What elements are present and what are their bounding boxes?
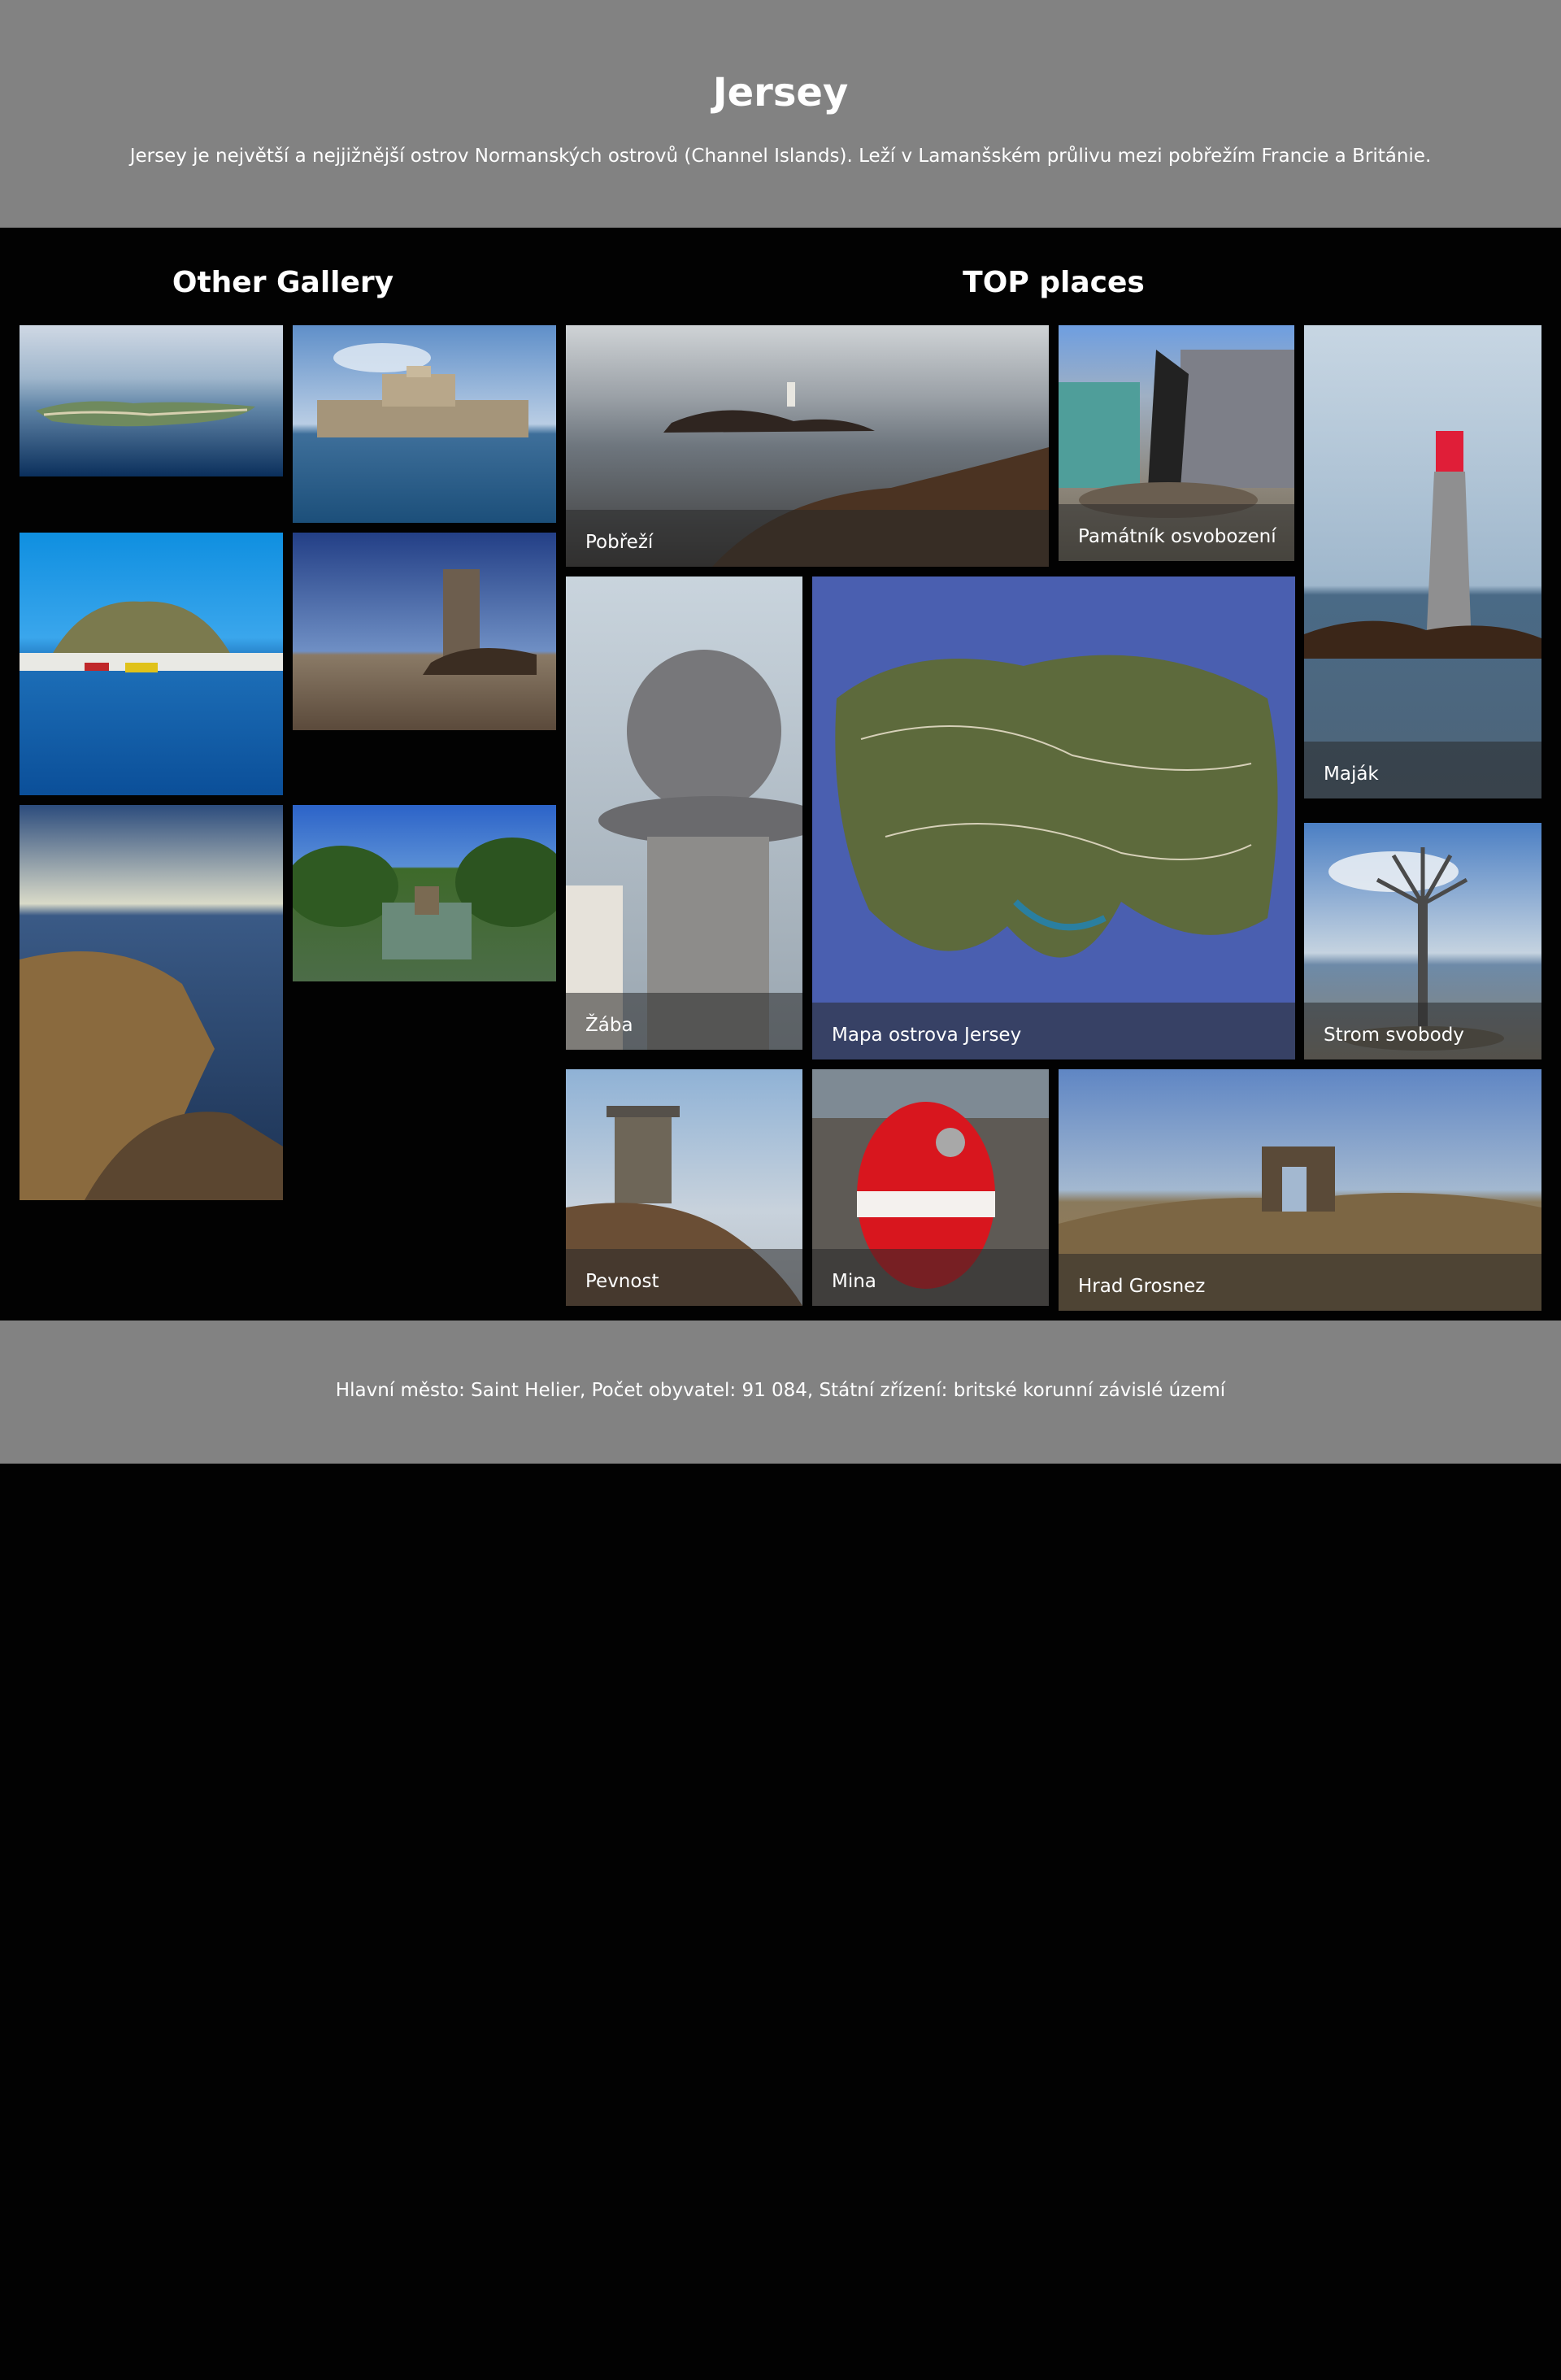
top-place-island-map[interactable]: Mapa ostrova Jersey [812,577,1295,1059]
top-place-grosnez-castle[interactable]: Hrad Grosnez [1059,1069,1541,1311]
gallery-image-cliffs[interactable] [20,805,283,1200]
top-place-toad-statue[interactable]: Žába [566,577,802,1050]
place-label: Památník osvobození [1078,526,1276,547]
place-label: Strom svobody [1324,1025,1464,1046]
place-label: Pobřeží [585,532,654,553]
top-place-liberty-tree[interactable]: Strom svobody [1304,823,1541,1059]
top-place-mine[interactable]: Mina [812,1069,1049,1306]
gallery-image-tower-beach[interactable] [293,533,556,730]
page-footer: Hlavní město: Saint Helier, Počet obyvat… [0,1321,1561,1464]
other-gallery-title: Other Gallery [172,266,394,299]
page-title: Jersey [712,70,849,115]
top-places-title: TOP places [963,266,1145,299]
place-label: Žába [585,1015,633,1036]
gallery-image-island-aerial[interactable] [20,325,283,476]
gallery-image-harbour-castle[interactable] [20,533,283,795]
place-label: Mina [832,1271,876,1292]
footer-info: Hlavní město: Saint Helier, Počet obyvat… [335,1380,1226,1401]
page-description: Jersey je největší a nejjižnější ostrov … [129,146,1432,167]
top-place-fortress[interactable]: Pevnost [566,1069,802,1306]
top-place-coast[interactable]: Pobřeží [566,325,1049,567]
page-header: Jersey Jersey je největší a nejjižnější … [0,0,1561,228]
top-place-liberation-memorial[interactable]: Památník osvobození [1059,325,1294,561]
place-label: Hrad Grosnez [1078,1276,1206,1297]
gallery-image-garden-pond[interactable] [293,805,556,981]
top-place-lighthouse[interactable]: Maják [1304,325,1541,798]
gallery-image-castle-sea[interactable] [293,325,556,523]
place-label: Mapa ostrova Jersey [832,1025,1022,1046]
place-label: Maják [1324,764,1379,785]
place-label: Pevnost [585,1271,659,1292]
